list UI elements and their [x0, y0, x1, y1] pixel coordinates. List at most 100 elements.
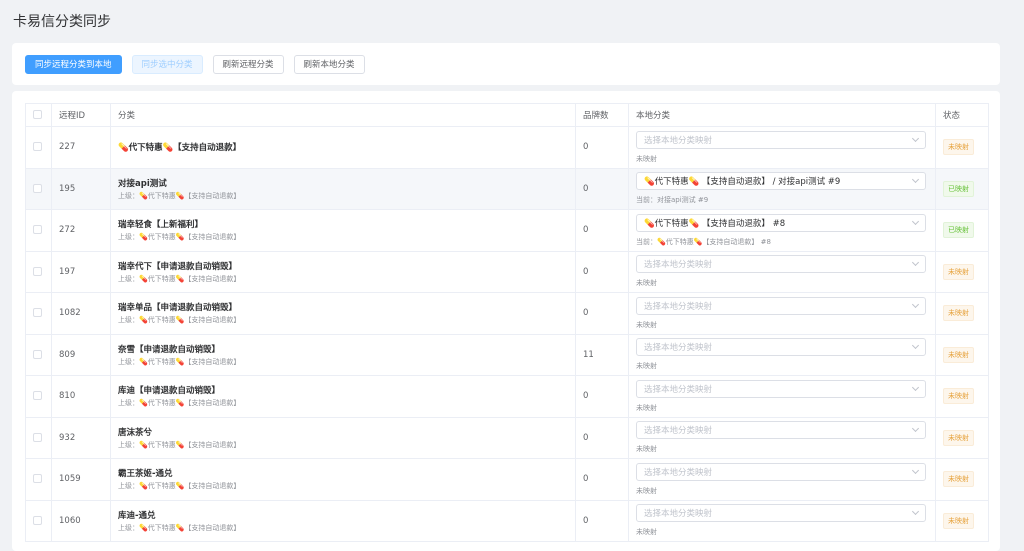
- local-category-cell: 选择本地分类映射未映射: [628, 292, 936, 335]
- header-remote-id[interactable]: 远程ID: [51, 103, 111, 127]
- status-badge: 已映射: [943, 222, 974, 239]
- local-category-select-value: 选择本地分类映射: [644, 343, 713, 354]
- remote-id: 1060: [51, 499, 111, 542]
- header-brand-count: 品牌数: [575, 103, 629, 127]
- row-checkbox[interactable]: [33, 391, 42, 401]
- category-name: 库迪【申请退款自动销毁】: [118, 386, 221, 397]
- brand-count: 0: [575, 209, 629, 252]
- category-parent: 上级：💊代下特惠💊【支持自动退款】: [118, 482, 241, 491]
- row-checkbox[interactable]: [33, 142, 42, 152]
- row-checkbox[interactable]: [33, 266, 42, 276]
- brand-count: 0: [575, 375, 629, 418]
- row-checkbox[interactable]: [33, 183, 42, 193]
- remote-id: 1082: [51, 292, 111, 335]
- local-category-select[interactable]: 选择本地分类映射: [636, 296, 926, 315]
- row-checkbox[interactable]: [33, 474, 42, 484]
- table-row[interactable]: 197 瑞幸代下【申请退款自动销毁】 上级：💊代下特惠💊【支持自动退款】 0 选择本地分…: [25, 250, 989, 293]
- category-cell: 库迪-通兑 上级：💊代下特惠💊【支持自动退款】: [110, 499, 576, 542]
- mapping-note: 未映射: [636, 445, 657, 454]
- brand-count: 0: [575, 250, 629, 293]
- local-category-select-value: 选择本地分类映射: [644, 426, 713, 437]
- status-badge: 未映射: [943, 305, 974, 322]
- table-row[interactable]: 1059 霸王茶姬-通兑 上级：💊代下特惠💊【支持自动退款】 0 选择本地分类映射 未映射…: [25, 458, 989, 501]
- status-badge: 未映射: [943, 429, 974, 446]
- select-all-checkbox[interactable]: [33, 110, 42, 119]
- table-row[interactable]: 195 对接api测试 上级：💊代下特惠💊【支持自动退款】 0 💊代下特惠💊 【支持自动…: [25, 167, 989, 210]
- category-cell: 霸王茶姬-通兑 上级：💊代下特惠💊【支持自动退款】: [110, 458, 576, 501]
- local-category-select[interactable]: 选择本地分类映射: [636, 421, 926, 440]
- mapping-note: 当前：💊代下特惠💊【支持自动退款】 #8: [636, 237, 771, 246]
- local-category-select-value: 选择本地分类映射: [644, 260, 713, 271]
- local-category-select-value: 选择本地分类映射: [644, 467, 713, 478]
- category-parent: 上级：💊代下特惠💊【支持自动退款】: [118, 357, 241, 366]
- local-category-select-value: 💊代下特惠💊 【支持自动退款】 #8: [644, 218, 786, 229]
- row-checkbox-cell: [25, 292, 52, 335]
- local-category-select[interactable]: 选择本地分类映射: [636, 462, 926, 481]
- local-category-select[interactable]: 选择本地分类映射: [636, 504, 926, 523]
- mapping-note: 未映射: [636, 154, 657, 163]
- local-category-select[interactable]: 选择本地分类映射: [636, 130, 926, 149]
- mapping-note: 未映射: [636, 486, 657, 495]
- local-category-select[interactable]: 💊代下特惠💊 【支持自动退款】 #8: [636, 213, 926, 232]
- status-cell: 未映射: [935, 416, 989, 459]
- local-category-select[interactable]: 选择本地分类映射: [636, 255, 926, 274]
- local-category-cell: 选择本地分类映射未映射: [628, 458, 936, 501]
- table-row[interactable]: 1060 库迪-通兑 上级：💊代下特惠💊【支持自动退款】 0 选择本地分类映射 未映射 未映…: [25, 499, 989, 542]
- mapping-note: 未映射: [636, 362, 657, 371]
- chevron-down-icon: [911, 383, 920, 391]
- row-checkbox[interactable]: [33, 349, 42, 359]
- brand-count: 0: [575, 126, 629, 169]
- remote-id: 809: [51, 333, 111, 376]
- status-cell: 已映射: [935, 167, 989, 210]
- refresh-local-button[interactable]: 刷新本地分类: [293, 54, 365, 74]
- status-badge: 未映射: [943, 512, 974, 529]
- chevron-down-icon: [911, 342, 920, 350]
- mapping-note: 未映射: [636, 320, 657, 329]
- local-category-select[interactable]: 选择本地分类映射: [636, 379, 926, 398]
- table-row[interactable]: 1082 瑞幸单品【申请退款自动销毁】 上级：💊代下特惠💊【支持自动退款】 0 选择本地…: [25, 292, 989, 335]
- table-row[interactable]: 809 奈雪【申请退款自动销毁】 上级：💊代下特惠💊【支持自动退款】 11 选择本地分类…: [25, 333, 989, 376]
- local-category-cell: 💊代下特惠💊 【支持自动退款】 / 对接api测试 #9 当前：对接api测试 #…: [628, 167, 936, 210]
- remote-id: 227: [51, 126, 111, 169]
- table-row[interactable]: 227 💊代下特惠💊【支持自动退款】 0 选择本地分类映射 未映射 未映射: [25, 126, 989, 169]
- table-header: 远程ID 分类 品牌数 本地分类 状态: [25, 103, 989, 127]
- category-cell: 库迪【申请退款自动销毁】 上级：💊代下特惠💊【支持自动退款】: [110, 375, 576, 418]
- category-name: 唐沫茶兮: [118, 427, 153, 438]
- local-category-select[interactable]: 💊代下特惠💊 【支持自动退款】 / 对接api测试 #9: [636, 172, 926, 191]
- row-checkbox[interactable]: [33, 432, 42, 442]
- category-name: 瑞幸代下【申请退款自动销毁】: [118, 261, 238, 272]
- row-checkbox-cell: [25, 126, 52, 169]
- header-local-category: 本地分类: [628, 103, 936, 127]
- local-category-cell: 选择本地分类映射未映射: [628, 333, 936, 376]
- row-checkbox[interactable]: [33, 225, 42, 235]
- local-category-select[interactable]: 选择本地分类映射: [636, 338, 926, 357]
- row-checkbox-cell: [25, 416, 52, 459]
- status-cell: 未映射: [935, 375, 989, 418]
- status-badge: 未映射: [943, 139, 974, 156]
- brand-count: 0: [575, 292, 629, 335]
- row-checkbox-cell: [25, 167, 52, 210]
- row-checkbox-cell: [25, 250, 52, 293]
- status-badge: 未映射: [943, 388, 974, 405]
- refresh-remote-button[interactable]: 刷新远程分类: [212, 54, 284, 74]
- table-row[interactable]: 272 瑞幸轻食【上新福利】 上级：💊代下特惠💊【支持自动退款】 0 💊代下特惠💊 【支…: [25, 209, 989, 252]
- status-badge: 未映射: [943, 346, 974, 363]
- sync-selected-button[interactable]: 同步选中分类: [131, 54, 203, 74]
- brand-count: 0: [575, 458, 629, 501]
- row-checkbox-cell: [25, 375, 52, 418]
- sync-remote-to-local-button[interactable]: 同步远程分类到本地: [25, 54, 122, 74]
- local-category-select-value: 选择本地分类映射: [644, 301, 713, 312]
- page-title: 卡易信分类同步: [13, 14, 111, 30]
- status-cell: 未映射: [935, 458, 989, 501]
- category-name: 库迪-通兑: [118, 510, 156, 521]
- row-checkbox[interactable]: [33, 308, 42, 318]
- row-checkbox[interactable]: [33, 515, 42, 525]
- status-cell: 未映射: [935, 499, 989, 542]
- table-row[interactable]: 932 唐沫茶兮 上级：💊代下特惠💊【支持自动退款】 0 选择本地分类映射 未映射 未映射: [25, 416, 989, 459]
- chevron-down-icon: [911, 300, 920, 308]
- local-category-cell: 选择本地分类映射未映射: [628, 416, 936, 459]
- remote-id: 197: [51, 250, 111, 293]
- table-row[interactable]: 810 库迪【申请退款自动销毁】 上级：💊代下特惠💊【支持自动退款】 0 选择本地分类映…: [25, 375, 989, 418]
- category-name: 奈雪【申请退款自动销毁】: [118, 344, 221, 355]
- chevron-down-icon: [911, 217, 920, 225]
